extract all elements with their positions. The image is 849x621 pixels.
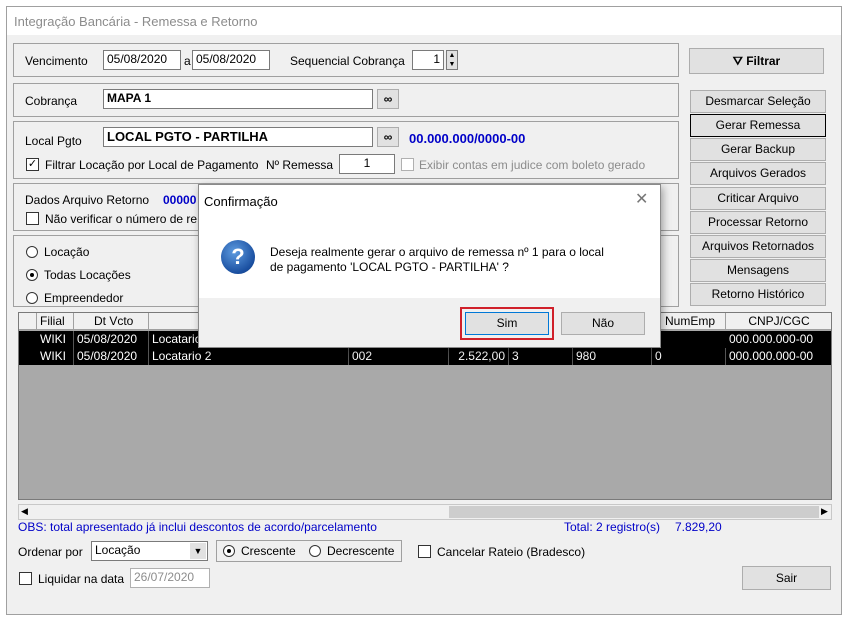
retorno-historico-button[interactable]: Retorno Histórico [690,283,826,306]
cell-filial: WIKI [37,348,74,365]
cancelar-rateio-label: Cancelar Rateio (Bradesco) [437,545,586,559]
sequencial-spinner[interactable]: ▲ ▼ [446,50,458,70]
dados-arquivo-value: 00000 [163,193,197,207]
nao-button[interactable]: Não [561,312,645,335]
nremessa-label: Nº Remessa [266,158,334,172]
exibir-contas-checkbox[interactable] [401,158,414,171]
radio-locacao-label: Locação [44,245,90,259]
sequencial-input[interactable]: 1 [412,50,444,70]
cell-c6: 3 [509,348,573,365]
liquidar-label: Liquidar na data [38,572,125,586]
radio-todas-label: Todas Locações [44,268,131,282]
liquidar-checkbox[interactable] [19,572,32,585]
grid-corner [19,313,37,330]
liquidar-date-input[interactable]: 26/07/2020 [130,568,210,588]
exibir-contas-label: Exibir contas em judice com boleto gerad… [419,158,646,172]
cell-dt-vcto: 05/08/2020 [74,348,149,365]
obs-text: OBS: total apresentado já inclui descont… [18,520,377,534]
vencimento-label: Vencimento [25,54,88,68]
radio-todas[interactable] [26,269,38,281]
a-label: a [184,54,191,68]
date-from-input[interactable]: 05/08/2020 [103,50,181,70]
filtrar-locacao-checkbox[interactable]: ✓ [26,158,39,171]
cell-locatario: Locatario 2 [149,348,349,365]
criticar-arquivo-button[interactable]: Criticar Arquivo [690,187,826,210]
dialog-title: Confirmação [204,194,278,209]
radio-locacao[interactable] [26,246,38,258]
binoculars-icon[interactable]: ∞ [377,89,399,109]
local-pgto-group: Local Pgto LOCAL PGTO - PARTILHA ∞ 00.00… [13,121,679,179]
cell-c4: 002 [349,348,449,365]
dialog-message-line1: Deseja realmente gerar o arquivo de reme… [270,245,604,259]
local-pgto-input[interactable]: LOCAL PGTO - PARTILHA [103,127,373,147]
ordenar-label: Ordenar por [18,545,83,559]
total-label: Total: 2 registro(s) [564,520,661,534]
cancelar-rateio-checkbox[interactable] [418,545,431,558]
radio-empreendedor-label: Empreendedor [44,291,124,305]
col-numemp[interactable]: NumEmp [662,313,726,330]
ordenar-select[interactable]: Locação ▼ [91,541,208,561]
sequencial-label: Sequencial Cobrança [290,54,405,68]
confirmation-dialog: Confirmação ✕ ? Deseja realmente gerar o… [198,184,661,348]
filtrar-locacao-label: Filtrar Locação por Local de Pagamento [45,158,259,172]
cobranca-label: Cobrança [25,94,78,108]
filter-icon: ⛛ [732,54,743,68]
close-icon[interactable]: ✕ [635,189,648,209]
radio-crescente[interactable] [223,545,235,557]
gerar-remessa-button[interactable]: Gerar Remessa [690,114,826,137]
mensagens-button[interactable]: Mensagens [690,259,826,282]
filtrar-button[interactable]: ⛛ Filtrar [689,48,824,74]
question-icon: ? [221,240,255,274]
cobranca-group: Cobrança MAPA 1 ∞ [13,83,679,117]
arquivos-gerados-button[interactable]: Arquivos Gerados [690,162,826,185]
binoculars-icon[interactable]: ∞ [377,127,399,147]
cell-cnpj: 000.000.000-00 [726,348,831,365]
nao-verificar-label: Não verificar o número de re [45,212,198,226]
date-to-input[interactable]: 05/08/2020 [192,50,270,70]
gerar-backup-button[interactable]: Gerar Backup [690,138,826,161]
processar-retorno-button[interactable]: Processar Retorno [690,211,826,234]
nao-verificar-checkbox[interactable] [26,212,39,225]
dados-arquivo-label: Dados Arquivo Retorno [25,193,150,207]
col-cnpj[interactable]: CNPJ/CGC [726,313,831,330]
col-filial[interactable]: Filial [37,313,74,330]
order-direction-group: Crescente Decrescente [216,540,402,562]
horizontal-scrollbar[interactable]: ◀ ▶ [18,504,832,520]
cell-c8: 0 [652,348,726,365]
sim-button[interactable]: Sim [465,312,549,335]
cell-filial: WIKI [37,331,74,348]
dialog-message-line2: de pagamento 'LOCAL PGTO - PARTILHA' ? [270,260,509,274]
cell-c7: 980 [573,348,652,365]
sair-button[interactable]: Sair [742,566,831,590]
chevron-down-icon[interactable]: ▼ [190,543,206,559]
nremessa-input[interactable]: 1 [339,154,395,174]
decrescente-label: Decrescente [327,544,395,558]
window-title: Integração Bancária - Remessa e Retorno [7,7,841,35]
cell-dt-vcto: 05/08/2020 [74,331,149,348]
radio-decrescente[interactable] [309,545,321,557]
scroll-right-icon[interactable]: ▶ [821,506,828,517]
arquivos-retornados-button[interactable]: Arquivos Retornados [690,235,826,258]
cell-valor: 2.522,00 [449,348,509,365]
dialog-footer: Sim Não [199,298,660,347]
radio-empreendedor[interactable] [26,292,38,304]
scroll-left-icon[interactable]: ◀ [21,506,28,517]
table-row[interactable]: WIKI 05/08/2020 Locatario 2 002 2.522,00… [19,348,831,365]
col-dt-vcto[interactable]: Dt Vcto [74,313,149,330]
crescente-label: Crescente [241,544,296,558]
local-pgto-account: 00.000.000/0000-00 [409,131,526,146]
scroll-thumb[interactable] [449,506,819,518]
local-pgto-label: Local Pgto [25,134,82,148]
desmarcar-selecao-button[interactable]: Desmarcar Seleção [690,90,826,113]
cobranca-input[interactable]: MAPA 1 [103,89,373,109]
vencimento-group: Vencimento 05/08/2020 a 05/08/2020 Seque… [13,43,679,77]
total-value: 7.829,20 [675,520,722,534]
cell-cnpj: 000.000.000-00 [726,331,831,348]
